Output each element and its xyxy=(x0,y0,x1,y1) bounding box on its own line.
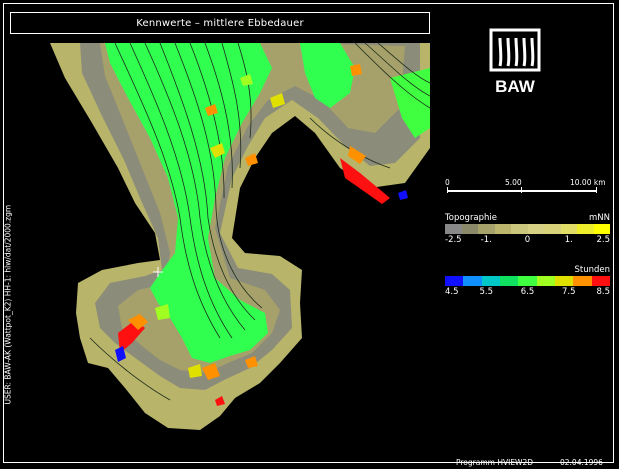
hours_legend-tick-3: 7.5 xyxy=(561,287,576,297)
topography_legend-swatch-7 xyxy=(560,224,577,234)
footer-program: Programm HVIEW2D xyxy=(456,458,534,467)
topography_legend-swatch-8 xyxy=(577,224,594,234)
hours-legend: Stunden 4.5 5.5 6.5 7.5 8.5 xyxy=(445,265,610,298)
topography_legend-swatch-9 xyxy=(593,224,610,234)
topography_legend-swatch-5 xyxy=(527,224,544,234)
hours-ticks: 4.5 5.5 6.5 7.5 8.5 xyxy=(445,286,610,298)
side-info-text: USER: BAW-AK (Wattpot_K2) HH-1: hlw/dat/… xyxy=(3,204,13,405)
hours_legend-swatch-4 xyxy=(518,276,537,286)
topography_legend-swatch-4 xyxy=(511,224,528,234)
hours-swatches xyxy=(445,276,610,286)
topography-legend: Topographie mNN -2.5 -1. 0 1. 2.5 xyxy=(445,213,610,246)
logo-text: BAW xyxy=(495,77,536,96)
scale-label-mid: 5.00 xyxy=(505,178,522,187)
scale-label-start: 0 xyxy=(445,178,450,187)
hours_legend-swatch-2 xyxy=(481,276,500,286)
topography_legend-swatch-3 xyxy=(494,224,511,234)
topography_legend-tick-0: -2.5 xyxy=(445,235,462,245)
topography_legend-tick-4: 2.5 xyxy=(596,235,610,245)
scale-label-end: 10.00 km xyxy=(570,178,606,187)
topography_legend-swatch-0 xyxy=(445,224,462,234)
hours_legend-tick-4: 8.5 xyxy=(596,287,610,297)
scale-tick xyxy=(596,187,597,193)
hours_legend-swatch-7 xyxy=(573,276,592,286)
topography-swatches xyxy=(445,224,610,234)
hours_legend-tick-1: 5.5 xyxy=(479,287,494,297)
map-title: Kennwerte – mittlere Ebbedauer xyxy=(136,17,304,29)
topography-legend-title: Topographie xyxy=(445,213,498,223)
hours_legend-tick-2: 6.5 xyxy=(520,287,535,297)
hours_legend-swatch-3 xyxy=(499,276,519,286)
hours_legend-swatch-0 xyxy=(445,276,464,286)
scale-tick xyxy=(447,187,448,193)
baw-logo: BAW xyxy=(489,28,541,96)
topography_legend-tick-2: 0 xyxy=(524,235,531,245)
hours_legend-swatch-8 xyxy=(591,276,610,286)
topography-legend-unit: mNN xyxy=(589,213,610,223)
hours_legend-swatch-6 xyxy=(554,276,574,286)
topography_legend-swatch-1 xyxy=(461,224,478,234)
scale-tick xyxy=(521,187,522,193)
scale-bar: 0 5.00 10.00 km xyxy=(445,178,610,198)
hours_legend-swatch-5 xyxy=(536,276,555,286)
hours_legend-swatch-1 xyxy=(463,276,482,286)
topography_legend-swatch-6 xyxy=(544,224,561,234)
low-duration-patch xyxy=(398,190,408,200)
title-box: Kennwerte – mittlere Ebbedauer xyxy=(10,12,430,34)
hours_legend-tick-0: 4.5 xyxy=(445,287,459,297)
topography_legend-swatch-2 xyxy=(478,224,495,234)
topography-ticks: -2.5 -1. 0 1. 2.5 xyxy=(445,234,610,246)
topography_legend-tick-1: -1. xyxy=(480,235,492,245)
footer-date: 02.04.1996 xyxy=(560,458,603,467)
topography_legend-tick-3: 1. xyxy=(564,235,573,245)
hours-legend-title: Stunden xyxy=(574,265,610,275)
scale-line xyxy=(447,190,597,192)
estuary-map xyxy=(50,42,431,430)
